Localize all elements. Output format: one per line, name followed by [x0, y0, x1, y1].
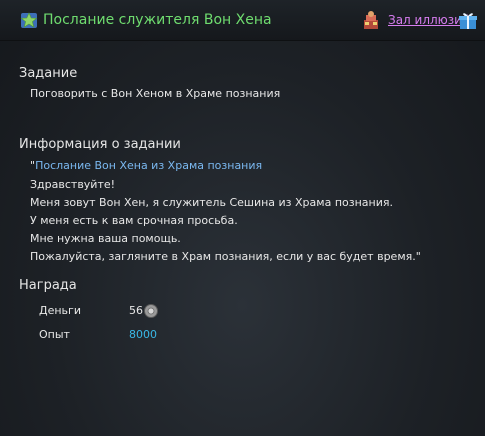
money-label: Деньги	[39, 304, 81, 317]
task-heading: Задание	[19, 66, 78, 81]
quest-header: Послание служителя Вон Хена Зал иллюзий	[0, 0, 485, 41]
money-value: 56	[129, 304, 143, 317]
info-line: Пожалуйста, загляните в Храм познания, е…	[30, 250, 421, 263]
gift-box-icon[interactable]	[458, 10, 478, 30]
quest-title: Послание служителя Вон Хена	[43, 12, 272, 28]
info-line: У меня есть к вам срочная просьба.	[30, 214, 238, 227]
task-description: Поговорить с Вон Хеном в Храме познания	[30, 87, 281, 100]
quest-star-icon	[20, 12, 38, 28]
reward-heading: Награда	[19, 278, 77, 293]
quote-title: Послание Вон Хена из Храма познания	[35, 159, 263, 172]
info-heading: Информация о задании	[19, 137, 181, 152]
npc-icon	[364, 11, 378, 29]
exp-value: 8000	[129, 328, 157, 341]
silver-coin-icon	[144, 304, 158, 318]
quote-title-line: "Послание Вон Хена из Храма познания	[30, 159, 262, 172]
info-line: Здравствуйте!	[30, 178, 116, 191]
info-line: Меня зовут Вон Хен, я служитель Сешина и…	[30, 196, 393, 209]
exp-label: Опыт	[39, 328, 70, 341]
quest-window: Послание служителя Вон Хена Зал иллюзий …	[0, 0, 485, 436]
info-line: Мне нужна ваша помощь.	[30, 232, 181, 245]
